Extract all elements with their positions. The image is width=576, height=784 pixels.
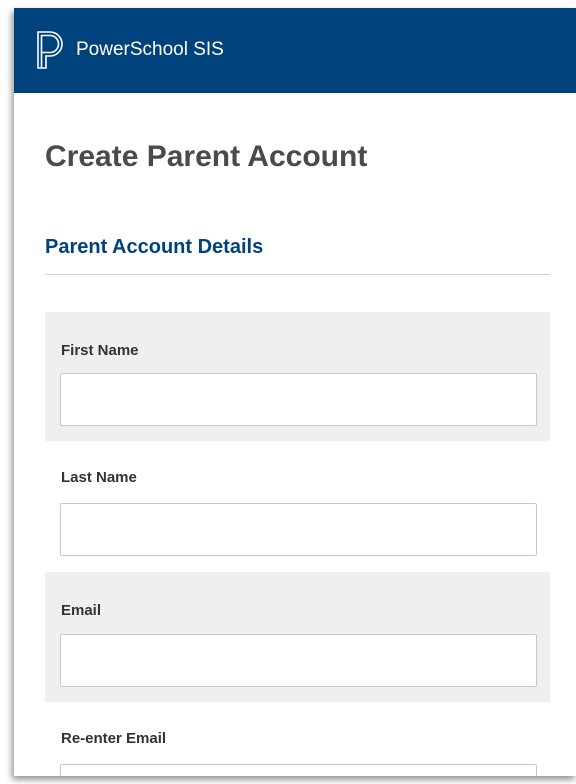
first-name-label: First Name: [61, 342, 139, 359]
last-name-field-group: Last Name: [45, 441, 550, 572]
reenter-email-field-group: Re-enter Email: [45, 702, 550, 776]
app-window: PowerSchool SIS Create Parent Account Pa…: [14, 8, 576, 776]
page-title: Create Parent Account: [45, 140, 368, 173]
section-divider: [45, 274, 550, 275]
last-name-label: Last Name: [61, 469, 137, 486]
section-title: Parent Account Details: [45, 236, 264, 258]
email-field-group: Email: [45, 572, 550, 702]
powerschool-logo-icon: [36, 30, 66, 70]
email-label: Email: [61, 602, 102, 619]
app-header: PowerSchool SIS: [14, 8, 576, 93]
first-name-field-group: First Name: [45, 312, 550, 441]
app-title: PowerSchool SIS: [76, 39, 224, 60]
reenter-email-label: Re-enter Email: [61, 730, 167, 747]
reenter-email-input[interactable]: [60, 764, 537, 776]
last-name-input[interactable]: [60, 503, 537, 556]
email-input[interactable]: [60, 634, 537, 687]
first-name-input[interactable]: [60, 373, 537, 426]
